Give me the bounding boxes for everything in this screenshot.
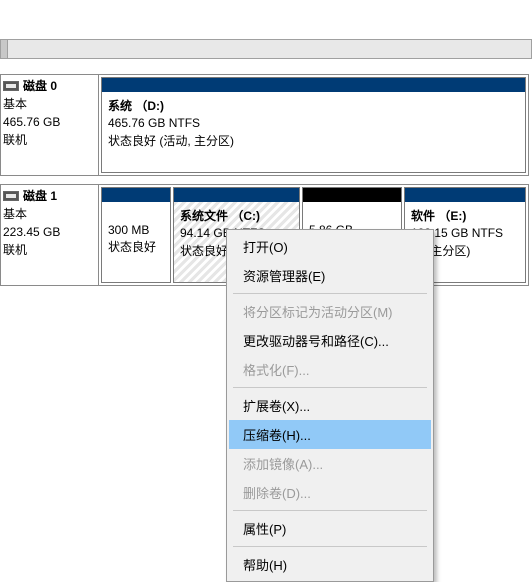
volume-title: 系统文件 （C:) bbox=[180, 208, 293, 225]
context-menu: 打开(O) 资源管理器(E) 将分区标记为活动分区(M) 更改驱动器号和路径(C… bbox=[226, 229, 434, 582]
volume-size: 465.76 GB NTFS bbox=[108, 115, 519, 132]
menu-separator bbox=[233, 293, 427, 294]
disk-name: 磁盘 0 bbox=[23, 77, 57, 95]
menu-separator bbox=[233, 510, 427, 511]
disk-size: 223.45 GB bbox=[3, 223, 94, 241]
menu-help[interactable]: 帮助(H) bbox=[229, 550, 431, 579]
volume-bar bbox=[102, 78, 525, 92]
menu-format: 格式化(F)... bbox=[229, 355, 431, 384]
menu-open[interactable]: 打开(O) bbox=[229, 232, 431, 261]
menu-explorer[interactable]: 资源管理器(E) bbox=[229, 261, 431, 290]
disk-type: 基本 bbox=[3, 205, 94, 223]
disk-header-0[interactable]: 磁盘 0 基本 465.76 GB 联机 bbox=[1, 75, 99, 175]
disk-row-0: 磁盘 0 基本 465.76 GB 联机 系统 （D:) 465.76 GB N… bbox=[0, 74, 529, 176]
menu-extend[interactable]: 扩展卷(X)... bbox=[229, 391, 431, 420]
disk0-volumes: 系统 （D:) 465.76 GB NTFS 状态良好 (活动, 主分区) bbox=[99, 75, 528, 175]
header-handle bbox=[0, 39, 8, 59]
disk-icon bbox=[3, 81, 19, 91]
disk-type: 基本 bbox=[3, 95, 94, 113]
volume-status: 状态良好 (活动, 主分区) bbox=[108, 133, 519, 150]
header-track bbox=[8, 39, 532, 59]
menu-properties[interactable]: 属性(P) bbox=[229, 514, 431, 543]
column-header-row bbox=[0, 39, 532, 59]
volume-recovery[interactable]: 300 MB 状态良好 bbox=[101, 187, 171, 283]
volume-size: 300 MB bbox=[108, 222, 164, 239]
volume-title: 系统 （D:) bbox=[108, 98, 519, 115]
menu-separator bbox=[233, 387, 427, 388]
menu-mark-active: 将分区标记为活动分区(M) bbox=[229, 297, 431, 326]
volume-bar bbox=[303, 188, 401, 202]
volume-title: 软件 （E:) bbox=[411, 208, 519, 225]
menu-delete: 删除卷(D)... bbox=[229, 478, 431, 507]
menu-change-letter[interactable]: 更改驱动器号和路径(C)... bbox=[229, 326, 431, 355]
disk-size: 465.76 GB bbox=[3, 113, 94, 131]
volume-bar bbox=[102, 188, 170, 202]
volume-status: 状态良好 bbox=[108, 239, 164, 256]
disk-header-1[interactable]: 磁盘 1 基本 223.45 GB 联机 bbox=[1, 185, 99, 285]
disk-status: 联机 bbox=[3, 241, 94, 259]
menu-separator bbox=[233, 546, 427, 547]
window-top-strip bbox=[0, 0, 532, 14]
disk-name: 磁盘 1 bbox=[23, 187, 57, 205]
menu-shrink[interactable]: 压缩卷(H)... bbox=[229, 420, 431, 449]
volume-bar bbox=[405, 188, 525, 202]
disk-icon bbox=[3, 191, 19, 201]
volume-bar bbox=[174, 188, 299, 202]
volume-d[interactable]: 系统 （D:) 465.76 GB NTFS 状态良好 (活动, 主分区) bbox=[101, 77, 526, 173]
menu-mirror: 添加镜像(A)... bbox=[229, 449, 431, 478]
disk-status: 联机 bbox=[3, 131, 94, 149]
